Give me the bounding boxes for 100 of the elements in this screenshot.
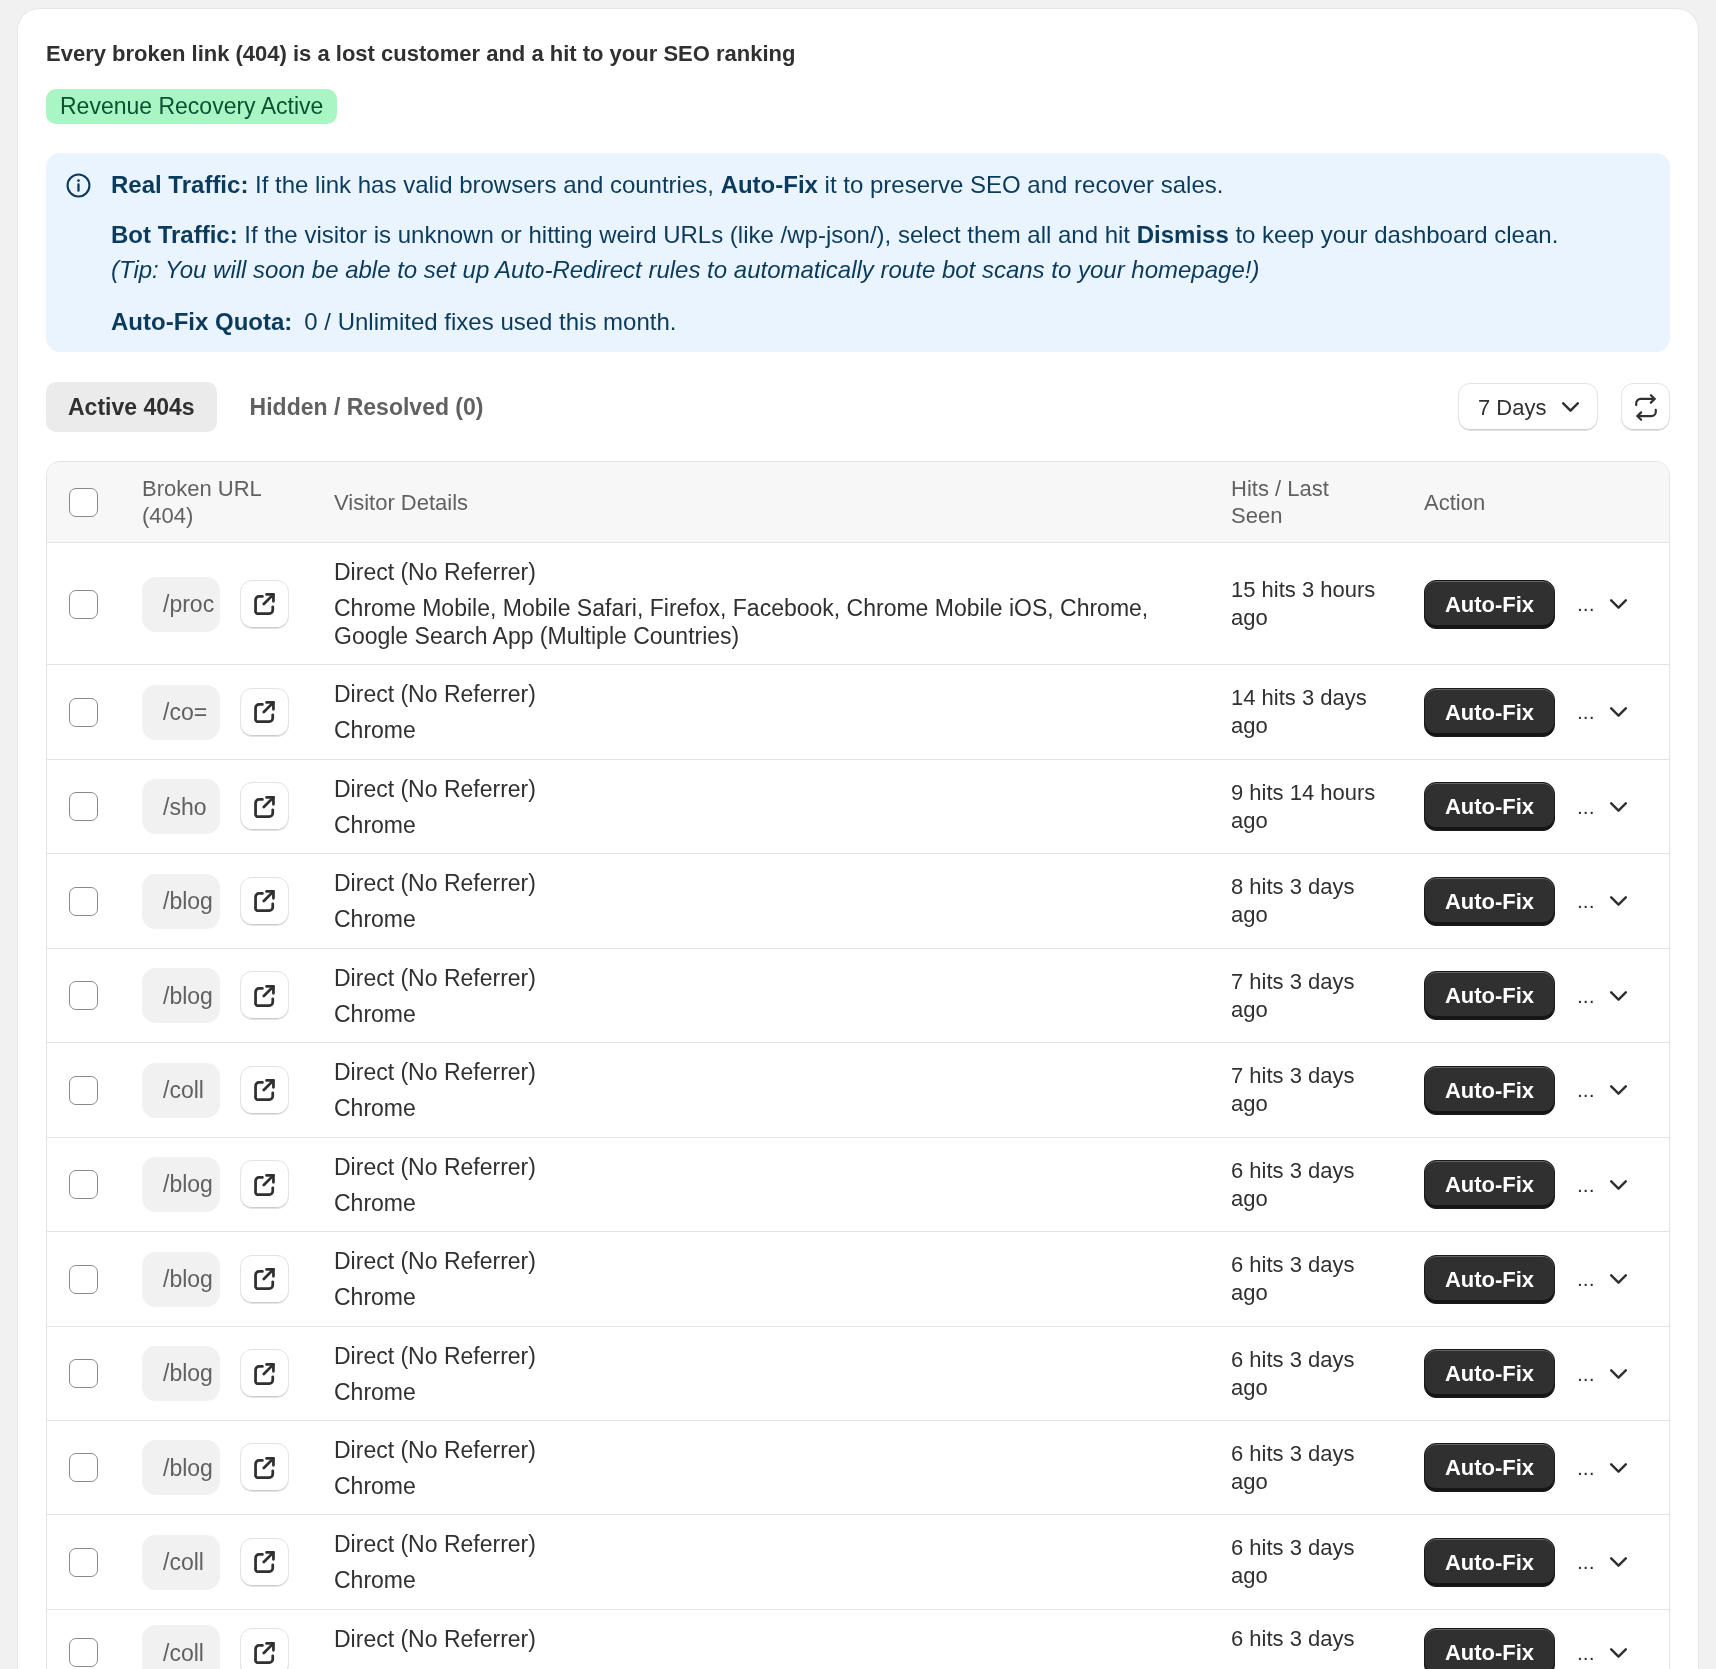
more-button[interactable]: ...: [1577, 982, 1595, 1009]
chevron-down-icon[interactable]: [1609, 1557, 1627, 1568]
broken-url: /blog: [142, 1251, 220, 1307]
row-checkbox[interactable]: [69, 1547, 98, 1577]
refresh-button[interactable]: [1621, 383, 1670, 431]
auto-fix-button[interactable]: Auto-Fix: [1424, 1160, 1555, 1210]
open-link-button[interactable]: [240, 687, 289, 737]
column-header: Visitor Details: [334, 488, 470, 516]
broken-url: /coll: [142, 1534, 220, 1590]
chevron-down-icon[interactable]: [1609, 1085, 1627, 1096]
open-link-button[interactable]: [240, 782, 289, 832]
column-header: Hits / Last Seen: [1231, 475, 1330, 529]
more-button[interactable]: ...: [1577, 591, 1595, 617]
open-link-button[interactable]: [240, 1254, 289, 1304]
hits-last-seen: 6 hits 3 days ago: [1231, 1534, 1356, 1591]
external-link-icon: [254, 1173, 275, 1196]
open-link-button[interactable]: [240, 876, 289, 926]
bot-traffic-text: Bot Traffic: If the visitor is unknown or hitting weird URLs (like /wp-json/), select them all and hit Dismiss to keep your dashboard clean.: [111, 220, 1559, 250]
open-link-button[interactable]: [240, 1349, 289, 1398]
auto-fix-button[interactable]: Auto-Fix: [1424, 1349, 1555, 1398]
info-icon: [66, 173, 91, 198]
row-checkbox[interactable]: [69, 792, 98, 822]
browsers-text: Chrome: [334, 905, 417, 934]
broken-url: /blog: [142, 968, 220, 1024]
browsers-text: Chrome: [334, 1471, 417, 1500]
row-checkbox[interactable]: [69, 589, 98, 619]
chevron-down-icon[interactable]: [1609, 599, 1627, 609]
chevron-down-icon[interactable]: [1609, 707, 1627, 718]
row-checkbox[interactable]: [69, 697, 98, 727]
broken-url: /blog: [142, 1346, 220, 1401]
more-button[interactable]: ...: [1577, 1077, 1595, 1104]
tab[interactable]: Active 404s: [46, 382, 217, 432]
chevron-down-icon[interactable]: [1609, 1647, 1627, 1658]
more-button[interactable]: ...: [1577, 888, 1595, 915]
auto-fix-button[interactable]: Auto-Fix: [1424, 971, 1555, 1021]
auto-fix-button[interactable]: Auto-Fix: [1424, 876, 1555, 926]
external-link-icon: [254, 1079, 275, 1102]
chevron-down-icon[interactable]: [1609, 1179, 1627, 1190]
row-checkbox[interactable]: [69, 1638, 98, 1668]
open-link-button[interactable]: [240, 1065, 289, 1115]
quota-value: 0 / Unlimited fixes used this month.: [304, 307, 677, 337]
more-button[interactable]: ...: [1577, 1171, 1595, 1198]
hits-last-seen: 6 hits 3 days: [1231, 1624, 1356, 1653]
row-checkbox[interactable]: [69, 981, 98, 1011]
hits-last-seen: 9 hits 14 hours ago: [1231, 778, 1377, 835]
row-checkbox[interactable]: [69, 1170, 98, 1200]
referrer-text: Direct (No Referrer): [334, 1435, 537, 1464]
browsers-text: Chrome: [334, 999, 417, 1028]
status-badge: Revenue Recovery Active: [46, 89, 338, 124]
row-checkbox[interactable]: [69, 886, 98, 916]
broken-url: /blog: [142, 1440, 220, 1496]
more-button[interactable]: ...: [1577, 1549, 1595, 1576]
row-checkbox[interactable]: [69, 1359, 98, 1388]
select-all-checkbox[interactable]: [69, 487, 98, 517]
hits-last-seen: 14 hits 3 days ago: [1231, 684, 1368, 741]
external-link-icon: [254, 890, 275, 913]
auto-fix-button[interactable]: Auto-Fix: [1424, 782, 1555, 832]
chevron-down-icon[interactable]: [1609, 896, 1627, 907]
open-link-button[interactable]: [240, 1160, 289, 1210]
external-link-icon: [254, 593, 275, 615]
chevron-down-icon[interactable]: [1609, 1274, 1627, 1285]
referrer-text: Direct (No Referrer): [334, 1530, 537, 1559]
external-link-icon: [254, 795, 275, 818]
referrer-text: Direct (No Referrer): [334, 869, 537, 898]
open-link-button[interactable]: [240, 579, 289, 629]
broken-url: /blog: [142, 873, 220, 929]
more-button[interactable]: ...: [1577, 1639, 1595, 1666]
referrer-text: Direct (No Referrer): [334, 1152, 537, 1181]
open-link-button[interactable]: [240, 1537, 289, 1587]
auto-fix-button[interactable]: Auto-Fix: [1424, 579, 1555, 629]
chevron-down-icon[interactable]: [1609, 990, 1627, 1001]
auto-fix-button[interactable]: Auto-Fix: [1424, 1254, 1555, 1304]
range-dropdown[interactable]: 7 Days: [1458, 383, 1598, 431]
row-checkbox[interactable]: [69, 1453, 98, 1483]
browsers-text: Chrome: [334, 1377, 417, 1406]
more-button[interactable]: ...: [1577, 699, 1595, 726]
hits-last-seen: 8 hits 3 days ago: [1231, 873, 1356, 930]
auto-fix-button[interactable]: Auto-Fix: [1424, 1065, 1555, 1115]
open-link-button[interactable]: [240, 1628, 289, 1669]
auto-fix-button[interactable]: Auto-Fix: [1424, 1537, 1555, 1587]
chevron-down-icon[interactable]: [1609, 1462, 1627, 1473]
browsers-text: Chrome: [334, 716, 417, 745]
more-button[interactable]: ...: [1577, 1454, 1595, 1481]
chevron-down-icon[interactable]: [1609, 801, 1627, 812]
chevron-down-icon[interactable]: [1609, 1368, 1627, 1379]
browsers-text: Chrome: [334, 810, 417, 839]
more-button[interactable]: ...: [1577, 793, 1595, 820]
auto-fix-button[interactable]: Auto-Fix: [1424, 1628, 1555, 1669]
more-button[interactable]: ...: [1577, 1360, 1595, 1387]
open-link-button[interactable]: [240, 1443, 289, 1493]
row-checkbox[interactable]: [69, 1264, 98, 1294]
referrer-text: Direct (No Referrer): [334, 558, 537, 586]
chevron-down-icon: [1562, 402, 1579, 412]
more-button[interactable]: ...: [1577, 1266, 1595, 1293]
row-checkbox[interactable]: [69, 1075, 98, 1105]
column-header: Broken URL (404): [142, 475, 262, 529]
open-link-button[interactable]: [240, 971, 289, 1021]
auto-fix-button[interactable]: Auto-Fix: [1424, 687, 1555, 737]
auto-fix-button[interactable]: Auto-Fix: [1424, 1443, 1555, 1493]
tab[interactable]: Hidden / Resolved (0): [227, 382, 506, 432]
